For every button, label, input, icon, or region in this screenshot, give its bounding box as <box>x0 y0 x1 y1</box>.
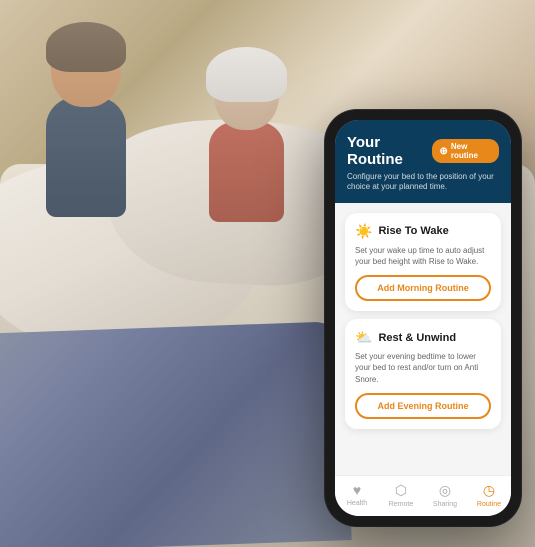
new-routine-label: New routine <box>451 142 492 160</box>
sun-icon: ☀️ <box>355 223 372 240</box>
nav-label-health: Health <box>347 500 367 507</box>
cloud-icon: ⛅ <box>355 329 372 346</box>
header-subtitle: Configure your bed to the position of yo… <box>347 172 499 193</box>
phone-frame: Your Routine ⊕ New routine Configure you… <box>325 110 521 526</box>
plus-icon: ⊕ <box>439 146 447 157</box>
health-icon: ♥ <box>353 482 361 498</box>
nav-label-remote: Remote <box>389 501 414 508</box>
nav-label-sharing: Sharing <box>433 501 457 508</box>
blanket <box>0 321 351 547</box>
phone-mockup: Your Routine ⊕ New routine Configure you… <box>325 110 525 530</box>
add-evening-routine-button[interactable]: Add Evening Routine <box>355 393 491 419</box>
nav-label-routine: Routine <box>477 501 501 508</box>
evening-routine-card: ⛅ Rest & Unwind Set your evening bedtime… <box>345 319 501 429</box>
morning-routine-card: ☀️ Rise To Wake Set your wake up time to… <box>345 213 501 311</box>
page-title: Your Routine <box>347 134 432 168</box>
app-header: Your Routine ⊕ New routine Configure you… <box>335 120 511 203</box>
routine-icon: ◷ <box>483 482 495 499</box>
add-morning-routine-button[interactable]: Add Morning Routine <box>355 275 491 301</box>
person-woman <box>171 55 321 222</box>
evening-card-description: Set your evening bedtime to lower your b… <box>355 351 491 385</box>
remote-icon: ⬡ <box>395 482 407 499</box>
nav-item-remote[interactable]: ⬡ Remote <box>379 482 423 508</box>
morning-card-title: Rise To Wake <box>378 225 448 237</box>
nav-item-health[interactable]: ♥ Health <box>335 482 379 508</box>
nav-item-routine[interactable]: ◷ Routine <box>467 482 511 508</box>
sharing-icon: ◎ <box>439 482 451 499</box>
phone-screen: Your Routine ⊕ New routine Configure you… <box>335 120 511 516</box>
morning-card-description: Set your wake up time to auto adjust you… <box>355 245 491 267</box>
bottom-navigation: ♥ Health ⬡ Remote ◎ Sharing ◷ Routine <box>335 475 511 516</box>
evening-card-title: Rest & Unwind <box>378 332 456 344</box>
new-routine-button[interactable]: ⊕ New routine <box>432 139 499 163</box>
content-area: ☀️ Rise To Wake Set your wake up time to… <box>335 203 511 475</box>
nav-item-sharing[interactable]: ◎ Sharing <box>423 482 467 508</box>
